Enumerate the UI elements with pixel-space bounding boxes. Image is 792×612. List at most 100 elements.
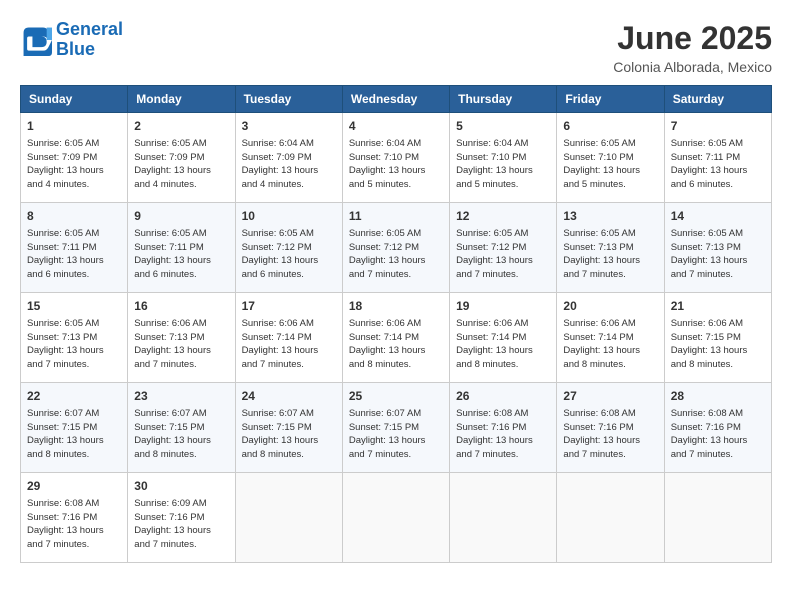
day-info: Sunrise: 6:06 AM Sunset: 7:14 PM Dayligh… <box>456 317 550 372</box>
day-number: 23 <box>134 388 228 405</box>
day-number: 7 <box>671 118 765 135</box>
calendar-body: 1 Sunrise: 6:05 AM Sunset: 7:09 PM Daylig… <box>21 113 772 563</box>
calendar-cell: 21 Sunrise: 6:06 AM Sunset: 7:15 PM Dayli… <box>664 293 771 383</box>
logo-icon <box>20 24 52 56</box>
day-info: Sunrise: 6:05 AM Sunset: 7:13 PM Dayligh… <box>27 317 121 372</box>
calendar-cell: 5 Sunrise: 6:04 AM Sunset: 7:10 PM Daylig… <box>450 113 557 203</box>
calendar-cell: 13Sunrise: 6:05 AM Sunset: 7:13 PM Dayli… <box>557 203 664 293</box>
day-info: Sunrise: 6:05 AM Sunset: 7:12 PM Dayligh… <box>456 227 550 282</box>
day-number: 1 <box>27 118 121 135</box>
day-info: Sunrise: 6:07 AM Sunset: 7:15 PM Dayligh… <box>242 407 336 462</box>
calendar-cell: 10 Sunrise: 6:05 AM Sunset: 7:12 PM Dayli… <box>235 203 342 293</box>
day-info: Sunrise: 6:05 AM Sunset: 7:11 PM Dayligh… <box>134 227 228 282</box>
col-header-monday: Monday <box>128 86 235 113</box>
logo-text: General Blue <box>56 20 123 60</box>
day-number: 21 <box>671 298 765 315</box>
day-number: 8 <box>27 208 121 225</box>
calendar-title: June 2025 <box>613 20 772 57</box>
calendar-cell: 16 Sunrise: 6:06 AM Sunset: 7:13 PM Dayli… <box>128 293 235 383</box>
calendar-cell: 23 Sunrise: 6:07 AM Sunset: 7:15 PM Dayli… <box>128 383 235 473</box>
day-number: 28 <box>671 388 765 405</box>
day-number: 24 <box>242 388 336 405</box>
day-info: Sunrise: 6:08 AM Sunset: 7:16 PM Dayligh… <box>671 407 765 462</box>
day-info: Sunrise: 6:07 AM Sunset: 7:15 PM Dayligh… <box>27 407 121 462</box>
logo-line1: General <box>56 19 123 39</box>
calendar-cell <box>235 473 342 563</box>
calendar-cell: 14 Sunrise: 6:05 AM Sunset: 7:13 PM Dayli… <box>664 203 771 293</box>
day-number: 12 <box>456 208 550 225</box>
calendar-cell: 20 Sunrise: 6:06 AM Sunset: 7:14 PM Dayli… <box>557 293 664 383</box>
day-number: 6 <box>563 118 657 135</box>
day-info: Sunrise: 6:08 AM Sunset: 7:16 PM Dayligh… <box>456 407 550 462</box>
calendar-cell: 7 Sunrise: 6:05 AM Sunset: 7:11 PM Daylig… <box>664 113 771 203</box>
day-info: Sunrise: 6:06 AM Sunset: 7:14 PM Dayligh… <box>349 317 443 372</box>
calendar-cell: 8 Sunrise: 6:05 AM Sunset: 7:11 PM Daylig… <box>21 203 128 293</box>
day-number: 18 <box>349 298 443 315</box>
day-info: Sunrise: 6:06 AM Sunset: 7:14 PM Dayligh… <box>563 317 657 372</box>
day-info: Sunrise: 6:05 AM Sunset: 7:13 PM Dayligh… <box>563 227 657 282</box>
logo-line2: Blue <box>56 39 95 59</box>
day-number: 15 <box>27 298 121 315</box>
day-number: 4 <box>349 118 443 135</box>
calendar-cell: 4 Sunrise: 6:04 AM Sunset: 7:10 PM Daylig… <box>342 113 449 203</box>
calendar-cell: 25 Sunrise: 6:07 AM Sunset: 7:15 PM Dayli… <box>342 383 449 473</box>
day-number: 11 <box>349 208 443 225</box>
col-header-tuesday: Tuesday <box>235 86 342 113</box>
day-info: Sunrise: 6:05 AM Sunset: 7:11 PM Dayligh… <box>671 137 765 192</box>
day-number: 3 <box>242 118 336 135</box>
calendar-cell: 11 Sunrise: 6:05 AM Sunset: 7:12 PM Dayli… <box>342 203 449 293</box>
day-info: Sunrise: 6:04 AM Sunset: 7:09 PM Dayligh… <box>242 137 336 192</box>
calendar-cell: 9 Sunrise: 6:05 AM Sunset: 7:11 PM Daylig… <box>128 203 235 293</box>
day-info: Sunrise: 6:08 AM Sunset: 7:16 PM Dayligh… <box>27 497 121 552</box>
logo: General Blue <box>20 20 123 60</box>
calendar-cell: 3 Sunrise: 6:04 AM Sunset: 7:09 PM Daylig… <box>235 113 342 203</box>
day-number: 26 <box>456 388 550 405</box>
day-info: Sunrise: 6:05 AM Sunset: 7:10 PM Dayligh… <box>563 137 657 192</box>
calendar-cell: 30Sunrise: 6:09 AM Sunset: 7:16 PM Dayli… <box>128 473 235 563</box>
day-info: Sunrise: 6:04 AM Sunset: 7:10 PM Dayligh… <box>456 137 550 192</box>
calendar-cell: 1 Sunrise: 6:05 AM Sunset: 7:09 PM Daylig… <box>21 113 128 203</box>
title-section: June 2025 Colonia Alborada, Mexico <box>613 20 772 75</box>
calendar-cell <box>450 473 557 563</box>
calendar-header-row: SundayMondayTuesdayWednesdayThursdayFrid… <box>21 86 772 113</box>
calendar-cell <box>342 473 449 563</box>
day-info: Sunrise: 6:07 AM Sunset: 7:15 PM Dayligh… <box>349 407 443 462</box>
day-info: Sunrise: 6:06 AM Sunset: 7:15 PM Dayligh… <box>671 317 765 372</box>
col-header-wednesday: Wednesday <box>342 86 449 113</box>
page-header: General Blue June 2025 Colonia Alborada,… <box>20 20 772 75</box>
day-number: 2 <box>134 118 228 135</box>
day-number: 25 <box>349 388 443 405</box>
calendar-cell: 27 Sunrise: 6:08 AM Sunset: 7:16 PM Dayli… <box>557 383 664 473</box>
day-info: Sunrise: 6:08 AM Sunset: 7:16 PM Dayligh… <box>563 407 657 462</box>
calendar-cell: 18 Sunrise: 6:06 AM Sunset: 7:14 PM Dayli… <box>342 293 449 383</box>
calendar-cell: 15 Sunrise: 6:05 AM Sunset: 7:13 PM Dayli… <box>21 293 128 383</box>
day-number: 27 <box>563 388 657 405</box>
day-info: Sunrise: 6:06 AM Sunset: 7:14 PM Dayligh… <box>242 317 336 372</box>
calendar-subtitle: Colonia Alborada, Mexico <box>613 59 772 75</box>
day-info: Sunrise: 6:06 AM Sunset: 7:13 PM Dayligh… <box>134 317 228 372</box>
day-number: 9 <box>134 208 228 225</box>
day-info: Sunrise: 6:05 AM Sunset: 7:11 PM Dayligh… <box>27 227 121 282</box>
calendar-cell: 2Sunrise: 6:05 AM Sunset: 7:09 PM Daylig… <box>128 113 235 203</box>
calendar-cell: 28 Sunrise: 6:08 AM Sunset: 7:16 PM Dayli… <box>664 383 771 473</box>
calendar-cell <box>664 473 771 563</box>
day-number: 16 <box>134 298 228 315</box>
day-info: Sunrise: 6:05 AM Sunset: 7:13 PM Dayligh… <box>671 227 765 282</box>
day-number: 17 <box>242 298 336 315</box>
day-number: 10 <box>242 208 336 225</box>
col-header-sunday: Sunday <box>21 86 128 113</box>
day-info: Sunrise: 6:04 AM Sunset: 7:10 PM Dayligh… <box>349 137 443 192</box>
day-info: Sunrise: 6:07 AM Sunset: 7:15 PM Dayligh… <box>134 407 228 462</box>
day-number: 29 <box>27 478 121 495</box>
calendar-table: SundayMondayTuesdayWednesdayThursdayFrid… <box>20 85 772 563</box>
col-header-friday: Friday <box>557 86 664 113</box>
day-number: 19 <box>456 298 550 315</box>
day-number: 5 <box>456 118 550 135</box>
day-info: Sunrise: 6:05 AM Sunset: 7:12 PM Dayligh… <box>349 227 443 282</box>
calendar-cell: 12 Sunrise: 6:05 AM Sunset: 7:12 PM Dayli… <box>450 203 557 293</box>
day-info: Sunrise: 6:05 AM Sunset: 7:12 PM Dayligh… <box>242 227 336 282</box>
day-info: Sunrise: 6:05 AM Sunset: 7:09 PM Dayligh… <box>27 137 121 192</box>
day-number: 20 <box>563 298 657 315</box>
day-number: 14 <box>671 208 765 225</box>
calendar-cell <box>557 473 664 563</box>
